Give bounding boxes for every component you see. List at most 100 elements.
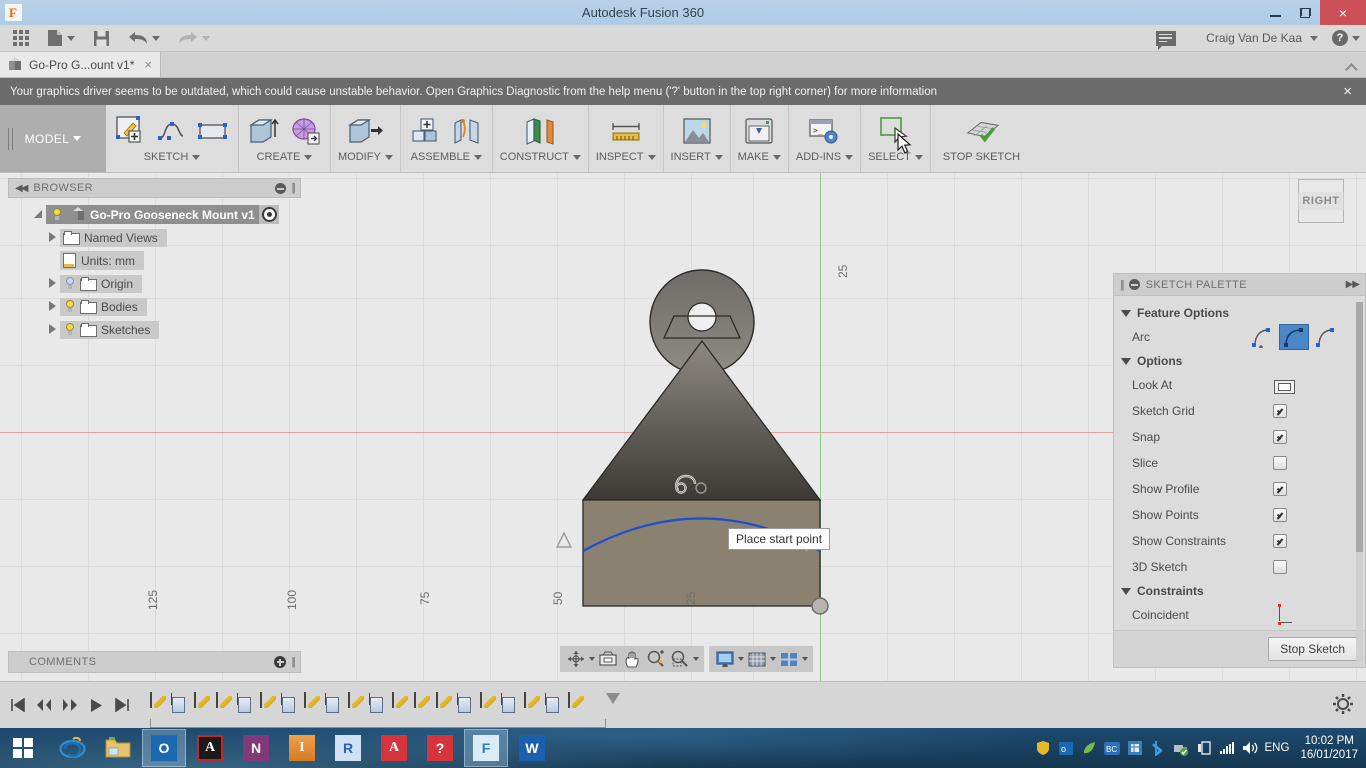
slice-checkbox[interactable]: [1273, 456, 1287, 470]
minimize-button[interactable]: [1260, 0, 1290, 25]
timeline-feature-sketch[interactable]: [304, 692, 324, 717]
ribbon-group-create-label[interactable]: CREATE: [257, 151, 301, 163]
ribbon-group-stop-sketch-label[interactable]: STOP SKETCH: [943, 151, 1020, 163]
visibility-bulb-icon[interactable]: [63, 276, 77, 291]
rectangle-icon[interactable]: [195, 113, 231, 149]
chevron-down-icon[interactable]: [770, 657, 776, 661]
timeline-feature-extrude[interactable]: [370, 693, 390, 717]
timeline-feature-sketch[interactable]: [524, 692, 544, 717]
taskbar-app-inventor-pro[interactable]: I: [280, 729, 324, 767]
ribbon-group-modify-label[interactable]: MODIFY: [338, 151, 381, 163]
chevron-down-icon[interactable]: [772, 155, 781, 160]
chevron-down-icon[interactable]: [572, 155, 581, 160]
taskbar-app-word[interactable]: W: [510, 729, 554, 767]
section-header-feature-options[interactable]: Feature Options: [1114, 302, 1365, 324]
network-signal-icon[interactable]: [1219, 740, 1235, 756]
expand-right-icon[interactable]: ▶▶: [1346, 279, 1360, 290]
new-component-icon[interactable]: [408, 113, 444, 149]
scripts-addins-icon[interactable]: >_: [806, 113, 842, 149]
bluetooth-icon[interactable]: [1150, 740, 1166, 756]
ribbon-group-insert-label[interactable]: INSERT: [671, 151, 711, 163]
document-tab[interactable]: Go-Pro G...ount v1* ×: [0, 52, 161, 77]
chat-bubble-icon[interactable]: [1156, 30, 1177, 50]
tree-row-origin[interactable]: Origin: [8, 272, 301, 295]
tree-row-sketches[interactable]: Sketches: [8, 318, 301, 341]
zoom-icon[interactable]: [645, 649, 667, 669]
chevron-down-icon[interactable]: [714, 155, 723, 160]
expand-arrow-icon[interactable]: [44, 300, 60, 313]
spline-icon[interactable]: [154, 113, 190, 149]
close-icon[interactable]: ×: [1343, 83, 1356, 100]
tree-row-named-views[interactable]: Named Views: [8, 226, 301, 249]
timeline-feature-sketch[interactable]: [436, 692, 456, 717]
show-points-checkbox[interactable]: [1273, 508, 1287, 522]
ribbon-group-addins-label[interactable]: ADD-INS: [796, 151, 841, 163]
joint-icon[interactable]: [449, 113, 485, 149]
timeline-feature-extrude[interactable]: [502, 693, 522, 717]
taskbar-app-autocad[interactable]: A: [372, 729, 416, 767]
chevron-down-icon[interactable]: [845, 155, 854, 160]
measure-ruler-icon[interactable]: [608, 113, 644, 149]
timeline-feature-extrude[interactable]: [172, 693, 192, 717]
usb-eject-icon[interactable]: [1173, 740, 1189, 756]
ribbon-group-construct-label[interactable]: CONSTRUCT: [500, 151, 569, 163]
timeline-feature-extrude[interactable]: [282, 693, 302, 717]
visibility-bulb-icon[interactable]: [63, 322, 77, 337]
orbit-icon[interactable]: [565, 649, 587, 669]
timeline-settings-button[interactable]: [1332, 693, 1366, 718]
windows-start-icon[interactable]: [0, 728, 46, 768]
outlook-tray-icon[interactable]: o: [1058, 740, 1074, 756]
tree-row-bodies[interactable]: Bodies: [8, 295, 301, 318]
expand-arrow-icon[interactable]: [44, 231, 60, 244]
chevron-down-icon[interactable]: [384, 155, 393, 160]
coincident-constraint-icon[interactable]: [1273, 604, 1295, 626]
3d-print-icon[interactable]: [741, 113, 777, 149]
timeline-feature-extrude[interactable]: [238, 693, 258, 717]
undo-button[interactable]: [123, 25, 165, 51]
insert-image-icon[interactable]: [679, 113, 715, 149]
close-icon[interactable]: ×: [144, 57, 152, 72]
timeline-feature-extrude[interactable]: [458, 693, 478, 717]
timeline-marker[interactable]: [606, 693, 620, 704]
3d-sketch-checkbox[interactable]: [1273, 560, 1287, 574]
shield-icon[interactable]: [1035, 740, 1051, 756]
step-forward-icon[interactable]: [62, 696, 78, 714]
chevron-down-icon[interactable]: [304, 155, 313, 160]
grid-snaps-icon[interactable]: [746, 649, 768, 669]
timeline-feature-sketch[interactable]: [480, 692, 500, 717]
visibility-bulb-icon[interactable]: [63, 299, 77, 314]
language-indicator[interactable]: ENG: [1265, 742, 1290, 754]
jump-end-icon[interactable]: [114, 696, 130, 714]
chevron-down-icon[interactable]: [473, 155, 482, 160]
ribbon-group-assemble-label[interactable]: ASSEMBLE: [411, 151, 470, 163]
comments-panel[interactable]: COMMENTS |||: [8, 651, 301, 673]
step-back-icon[interactable]: [36, 696, 52, 714]
app-grid-button[interactable]: [8, 25, 34, 51]
taskbar-app-internet-explorer[interactable]: [50, 729, 94, 767]
ribbon-group-make-label[interactable]: MAKE: [738, 151, 769, 163]
activate-component-icon[interactable]: [261, 207, 277, 222]
chevron-down-icon[interactable]: [589, 657, 595, 661]
view-cube[interactable]: RIGHT: [1298, 179, 1344, 223]
taskbar-app-sketchup[interactable]: ?: [418, 729, 462, 767]
minus-circle-icon[interactable]: [275, 182, 287, 194]
taskbar-app-revit[interactable]: R: [326, 729, 370, 767]
grip-icon[interactable]: |||: [291, 656, 295, 668]
play-icon[interactable]: [88, 696, 104, 714]
expand-arrow-icon[interactable]: [44, 323, 60, 336]
bc-icon[interactable]: BC: [1103, 740, 1120, 756]
ribbon-group-sketch-label[interactable]: SKETCH: [144, 151, 189, 163]
show-profile-checkbox[interactable]: [1273, 482, 1287, 496]
section-header-constraints[interactable]: Constraints: [1114, 580, 1365, 602]
plus-circle-icon[interactable]: [274, 656, 287, 668]
chevron-down-icon[interactable]: [647, 155, 656, 160]
chevron-down-icon[interactable]: [1310, 35, 1318, 41]
clock[interactable]: 10:02 PM 16/01/2017: [1296, 734, 1358, 762]
display-settings-icon[interactable]: [714, 649, 736, 669]
arc-center-point-icon[interactable]: [1311, 324, 1341, 350]
tree-row-units[interactable]: Units: mm: [8, 249, 301, 272]
minus-circle-icon[interactable]: [1128, 279, 1140, 290]
timeline-feature-extrude[interactable]: [326, 693, 346, 717]
palette-scrollbar-thumb[interactable]: [1356, 302, 1363, 552]
look-at-icon[interactable]: [597, 649, 619, 669]
